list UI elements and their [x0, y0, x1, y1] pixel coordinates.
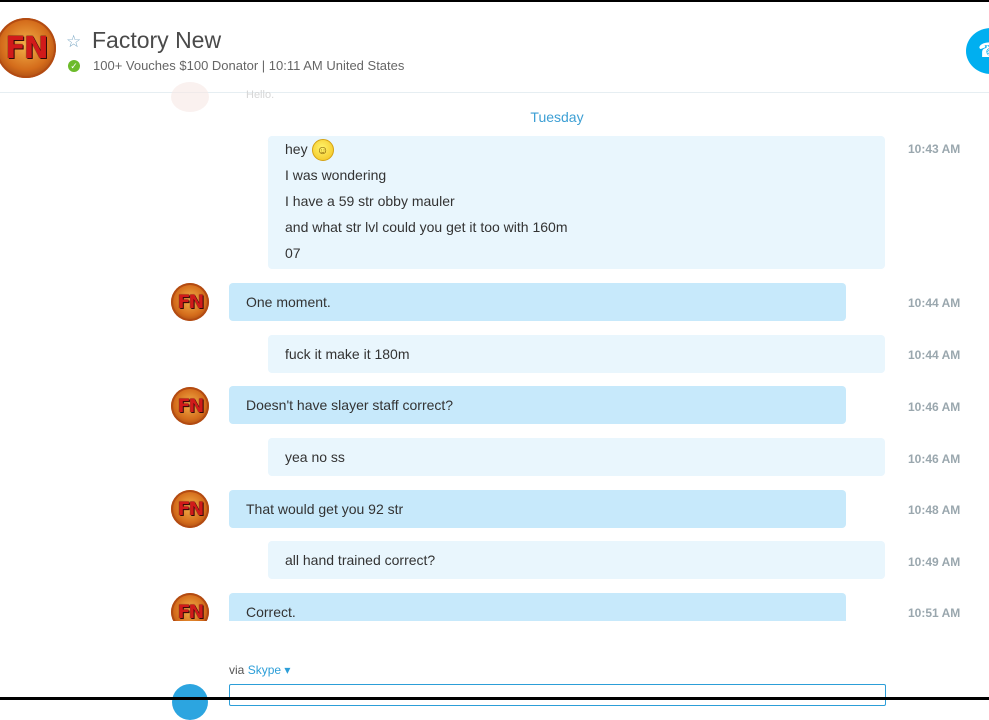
message-line: 07	[285, 245, 301, 261]
call-button[interactable]: ☎	[966, 28, 989, 74]
online-check-icon: ✓	[68, 60, 80, 72]
message-timestamp: 10:46 AM	[908, 400, 961, 414]
message-text: That would get you 92 str	[246, 501, 404, 517]
message-text: One moment.	[246, 294, 331, 310]
message-timestamp: 10:44 AM	[908, 296, 961, 310]
faded-previous-message: Hello.	[246, 89, 275, 101]
message-timestamp: 10:51 AM	[908, 606, 961, 620]
message-bubble-incoming[interactable]: That would get you 92 str	[229, 490, 846, 528]
contact-name[interactable]: Factory New	[92, 27, 221, 54]
message-bubble-incoming[interactable]: One moment.	[229, 283, 846, 321]
conversation-header: FN ☆ Factory New ✓ 100+ Vouches $100 Don…	[0, 2, 989, 93]
message-timestamp: 10:46 AM	[908, 452, 961, 466]
avatar-initials: FN	[177, 291, 205, 313]
contact-avatar[interactable]: FN	[0, 18, 56, 78]
message-bubble-incoming[interactable]: Doesn't have slayer staff correct?	[229, 386, 846, 424]
faded-avatar	[171, 82, 209, 112]
avatar-initials: FN	[177, 395, 205, 417]
day-divider: Tuesday	[530, 109, 584, 125]
message-timestamp: 10:44 AM	[908, 348, 961, 362]
message-bubble-outgoing[interactable]: fuck it make it 180m	[268, 335, 885, 373]
avatar-initials: FN	[177, 601, 205, 623]
avatar-initials: FN	[177, 498, 205, 520]
via-label: via	[229, 663, 245, 677]
composer-avatar-icon	[172, 684, 208, 720]
message-bubble-outgoing[interactable]: yea no ss	[268, 438, 885, 476]
message-timestamp: 10:49 AM	[908, 555, 961, 569]
message-line: I was wondering	[285, 167, 387, 183]
avatar-initials: FN	[5, 30, 49, 66]
smiley-emoji-icon: ☺	[311, 139, 334, 162]
message-timestamp: 10:43 AM	[908, 142, 961, 156]
message-bubble-outgoing[interactable]: hey ☺ I was wondering I have a 59 str obb…	[268, 136, 885, 269]
sender-avatar[interactable]: FN	[171, 387, 209, 425]
message-text: fuck it make it 180m	[285, 346, 410, 362]
message-line: and what str lvl could you get it too wi…	[285, 219, 568, 235]
message-text: all hand trained correct?	[285, 552, 436, 568]
message-timestamp: 10:48 AM	[908, 503, 961, 517]
contact-mood-message: 100+ Vouches $100 Donator | 10:11 AM Uni…	[93, 58, 405, 73]
message-line: I have a 59 str obby mauler	[285, 193, 455, 209]
message-bubble-outgoing[interactable]: all hand trained correct?	[268, 541, 885, 579]
message-input[interactable]	[229, 684, 886, 706]
message-text: yea no ss	[285, 449, 345, 465]
via-service-selector[interactable]: via Skype ▾	[229, 663, 290, 677]
star-outline-icon[interactable]: ☆	[66, 32, 81, 52]
sender-avatar[interactable]: FN	[171, 283, 209, 321]
via-service-name[interactable]: Skype ▾	[248, 663, 291, 677]
message-text: Doesn't have slayer staff correct?	[246, 397, 454, 413]
sender-avatar[interactable]: FN	[171, 490, 209, 528]
message-line: hey	[285, 141, 308, 157]
